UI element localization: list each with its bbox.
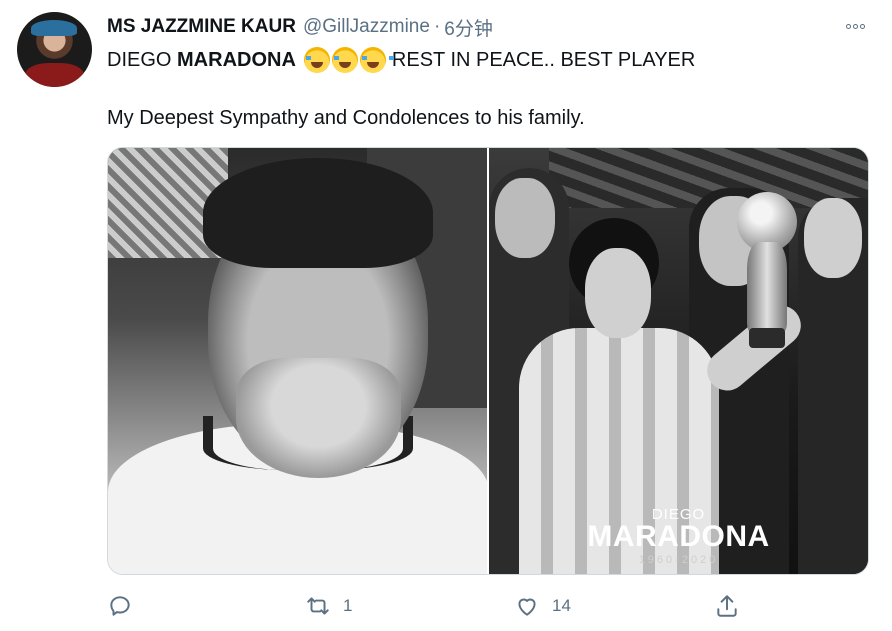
- retweet-button[interactable]: 1: [305, 591, 352, 621]
- more-options-button[interactable]: [840, 16, 870, 36]
- media-photo-left[interactable]: [108, 148, 489, 574]
- caption-last-name: MARADONA: [587, 520, 770, 553]
- more-icon: [845, 23, 851, 29]
- tweet-text-line2: My Deepest Sympathy and Condolences to h…: [107, 107, 585, 129]
- photo-hair: [203, 158, 433, 268]
- author-name[interactable]: MS JAZZMINE KAUR: [107, 16, 296, 38]
- retweet-count: 1: [343, 596, 353, 615]
- header-separator: ·: [433, 16, 441, 37]
- reply-icon: [110, 596, 130, 616]
- trophy-stem: [747, 242, 787, 332]
- photo-player-face: [585, 248, 651, 338]
- avatar-cap: [31, 20, 77, 36]
- crying-face-icon: [303, 47, 338, 73]
- reply-button[interactable]: [107, 591, 145, 621]
- like-button[interactable]: 14: [514, 591, 571, 621]
- tweet-text-prefix: DIEGO: [107, 49, 178, 71]
- tweet: MS JAZZMINE KAUR @GillJazzmine · 6分钟 DIE…: [0, 0, 892, 631]
- photo-beard: [236, 358, 401, 478]
- photo-bystander-face: [804, 198, 862, 278]
- tweet-text-suffix: REST IN PEACE.. BEST PLAYER: [391, 49, 696, 71]
- tweet-timestamp[interactable]: 6分钟: [444, 14, 493, 41]
- crying-face-icon: [331, 47, 366, 73]
- more-icon-dot: [859, 23, 865, 29]
- tweet-header: MS JAZZMINE KAUR @GillJazzmine · 6分钟: [107, 14, 493, 40]
- crying-face-icon: [359, 47, 394, 73]
- like-icon: [518, 598, 536, 616]
- like-count: 14: [552, 596, 571, 615]
- trophy-base: [749, 328, 785, 348]
- retweet-icon: [307, 597, 329, 615]
- caption-years: 1960-2020: [638, 554, 719, 566]
- trophy-icon: [731, 192, 803, 352]
- tweet-actions: 1 14: [107, 591, 869, 621]
- tweet-text: DIEGO MARADONA REST IN PEACE.. BEST PLAY…: [107, 46, 867, 132]
- media-grid: DIEGO MARADONA 1960-2020: [107, 147, 869, 575]
- tweet-text-line1: DIEGO MARADONA REST IN PEACE.. BEST PLAY…: [107, 46, 867, 74]
- author-handle[interactable]: @GillJazzmine: [303, 16, 430, 38]
- media-photo-right[interactable]: DIEGO MARADONA 1960-2020: [489, 148, 868, 574]
- share-button[interactable]: [714, 591, 740, 621]
- tweet-text-bold: MARADONA: [177, 49, 296, 71]
- emoji-group: [303, 47, 394, 73]
- avatar[interactable]: [17, 12, 92, 87]
- avatar-shirt: [25, 63, 84, 87]
- share-icon: [717, 595, 737, 617]
- more-icon-dot: [852, 23, 858, 29]
